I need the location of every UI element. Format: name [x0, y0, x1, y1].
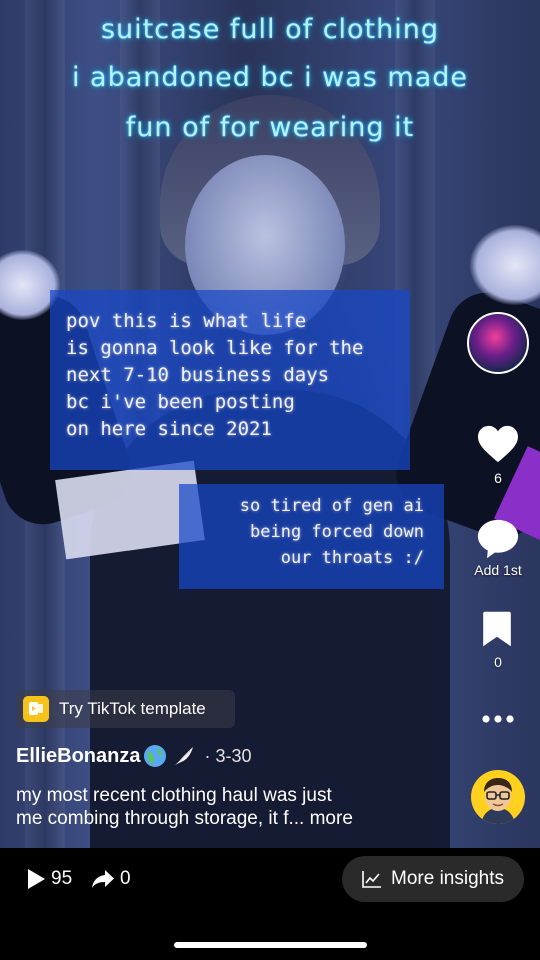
video-title-line: i abandoned bc i was made [71, 62, 469, 93]
video-title-line: fun of for wearing it [125, 112, 415, 143]
globe-icon [144, 745, 167, 767]
more-dots-icon [482, 715, 514, 723]
overlay-text-line: next 7-10 business days [66, 364, 330, 386]
share-arrow-icon [92, 870, 114, 888]
home-indicator[interactable] [174, 942, 367, 948]
my-profile-avatar[interactable] [471, 770, 525, 824]
comment-count: Add 1st [474, 562, 522, 578]
caption-more-link[interactable]: more [310, 808, 353, 829]
like-count: 6 [494, 470, 502, 486]
shares-stat: 0 [91, 868, 131, 890]
video-title-line: suitcase full of clothing [100, 14, 440, 45]
creator-avatar[interactable] [467, 312, 529, 374]
like-button[interactable] [476, 424, 520, 468]
text-overlay-box: so tired of gen ai being forced down our… [179, 484, 444, 589]
post-date: · 3-30 [204, 745, 252, 766]
play-icon [28, 869, 45, 889]
more-options-button[interactable] [478, 708, 518, 730]
wing-icon [175, 747, 194, 765]
views-stat: 95 [26, 868, 72, 890]
overlay-text-line: is gonna look like for the [66, 337, 364, 359]
comment-bubble-icon [477, 519, 519, 559]
save-count: 0 [494, 654, 502, 670]
save-button[interactable] [480, 610, 516, 650]
try-template-label: Try TikTok template [59, 699, 206, 718]
post-caption[interactable]: my most recent clothing haul was just me… [16, 784, 436, 830]
overlay-text-line: on here since 2021 [66, 418, 272, 440]
template-icon [23, 696, 49, 722]
more-insights-label: More insights [391, 868, 504, 889]
caption-line: my most recent clothing haul was just [16, 785, 332, 806]
heart-icon [478, 425, 518, 463]
overlay-text-line: our throats :/ [280, 548, 424, 568]
shares-count: 0 [120, 868, 131, 889]
overlay-text-line: bc i've been posting [66, 391, 295, 413]
comment-button[interactable] [476, 518, 520, 562]
bottom-stats-bar: 95 0 More insights [0, 848, 540, 960]
bookmark-icon [483, 611, 511, 647]
views-count: 95 [51, 868, 73, 889]
text-overlay-box: pov this is what life is gonna look like… [50, 290, 410, 470]
chart-icon [362, 871, 381, 888]
overlay-text-line: pov this is what life [66, 310, 307, 332]
overlay-text-line: so tired of gen ai [239, 496, 424, 516]
overlay-text-line: being forced down [250, 522, 424, 542]
try-template-button[interactable]: Try TikTok template [16, 690, 235, 728]
memoji-face-icon [481, 778, 515, 824]
author-username[interactable]: EllieBonanza [16, 745, 140, 768]
more-insights-button[interactable]: More insights [342, 856, 524, 902]
author-row: EllieBonanza · 3-30 [16, 742, 252, 770]
caption-line: me combing through storage, it f... [16, 808, 305, 829]
